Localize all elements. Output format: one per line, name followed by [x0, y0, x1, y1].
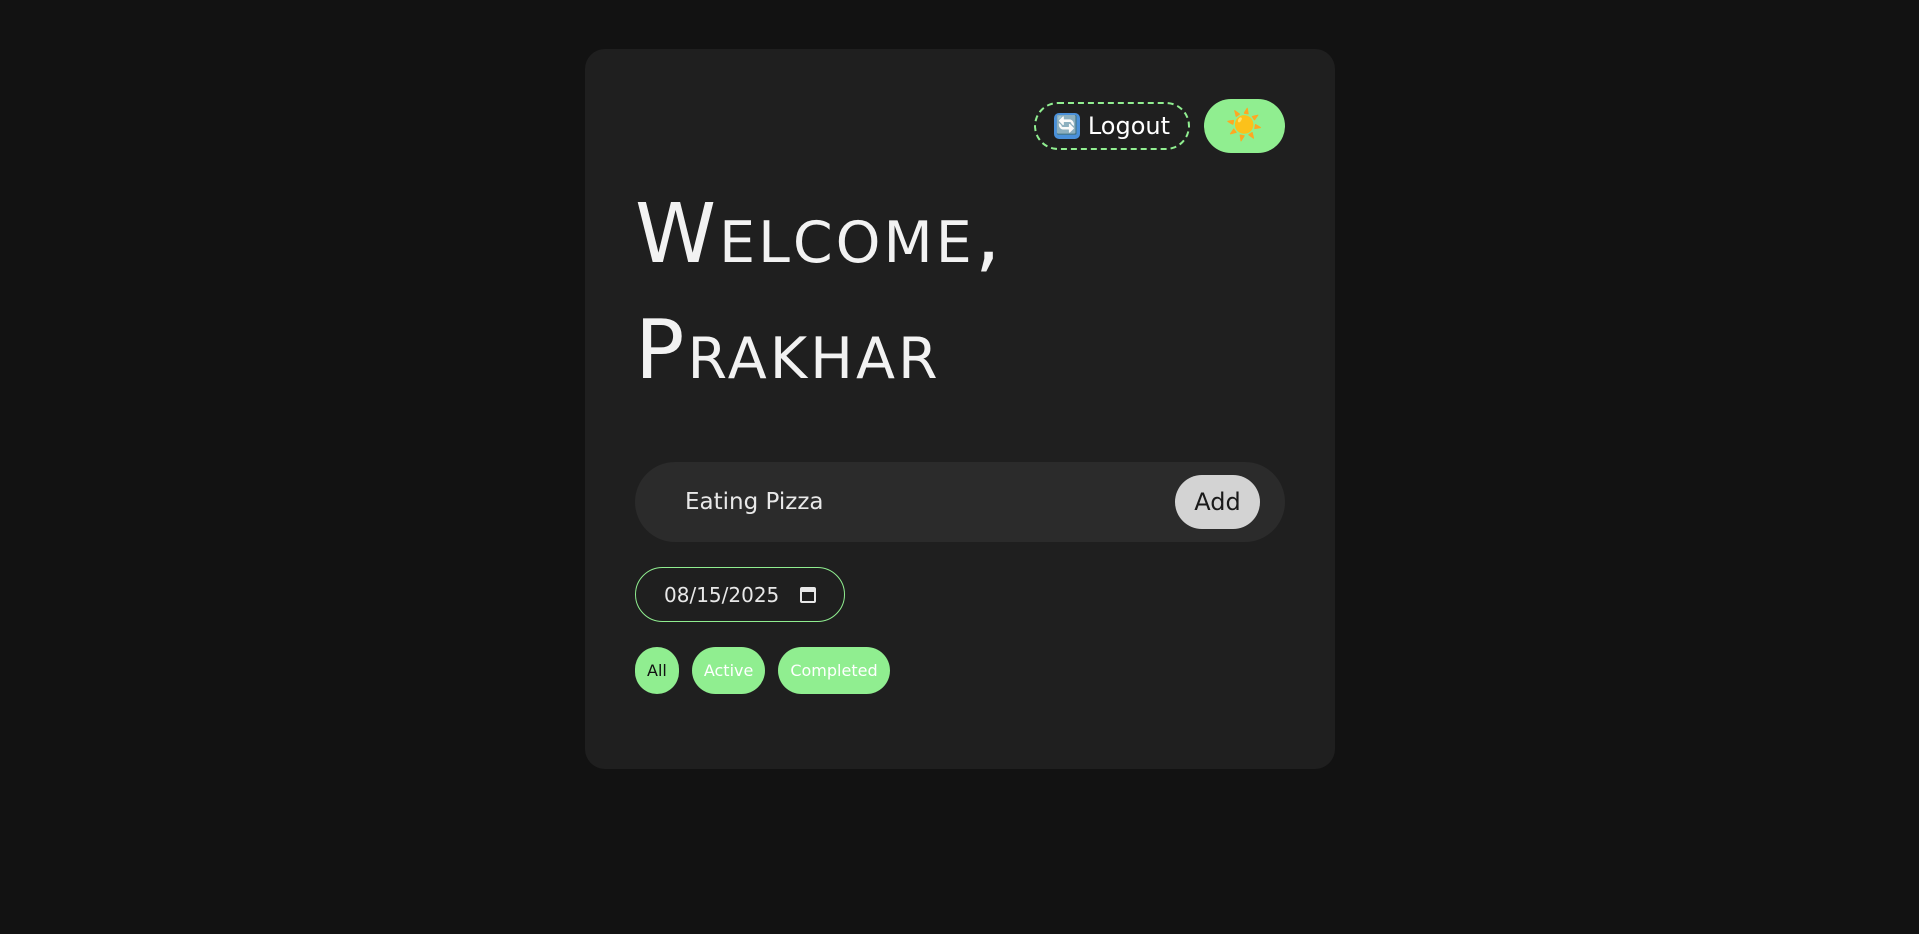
logout-label: Logout: [1087, 112, 1170, 140]
filter-completed-button[interactable]: Completed: [778, 647, 890, 694]
filter-active-button[interactable]: Active: [691, 647, 766, 694]
theme-toggle-button[interactable]: ☀️: [1204, 99, 1285, 153]
todo-card: 🔄 Logout ☀️ Welcome, Prakhar Add 08/15/2…: [585, 49, 1335, 769]
top-actions: 🔄 Logout ☀️: [1033, 99, 1285, 153]
calendar-icon[interactable]: [800, 586, 816, 603]
user-name: Prakhar: [635, 303, 941, 398]
welcome-heading: Welcome, Prakhar: [635, 177, 1004, 409]
logout-button[interactable]: 🔄 Logout: [1033, 102, 1190, 150]
add-task-form: Add: [635, 462, 1285, 542]
welcome-line: Welcome,: [635, 187, 1004, 282]
due-date-input[interactable]: 08/15/2025: [635, 567, 845, 622]
refresh-icon: 🔄: [1053, 113, 1080, 139]
filter-all-button[interactable]: All: [635, 647, 679, 694]
task-input[interactable]: [685, 482, 1165, 522]
due-date-value: 08/15/2025: [664, 582, 780, 607]
filter-bar: All Active Completed: [635, 647, 890, 694]
add-button[interactable]: Add: [1175, 475, 1260, 529]
sun-icon: ☀️: [1225, 109, 1264, 142]
